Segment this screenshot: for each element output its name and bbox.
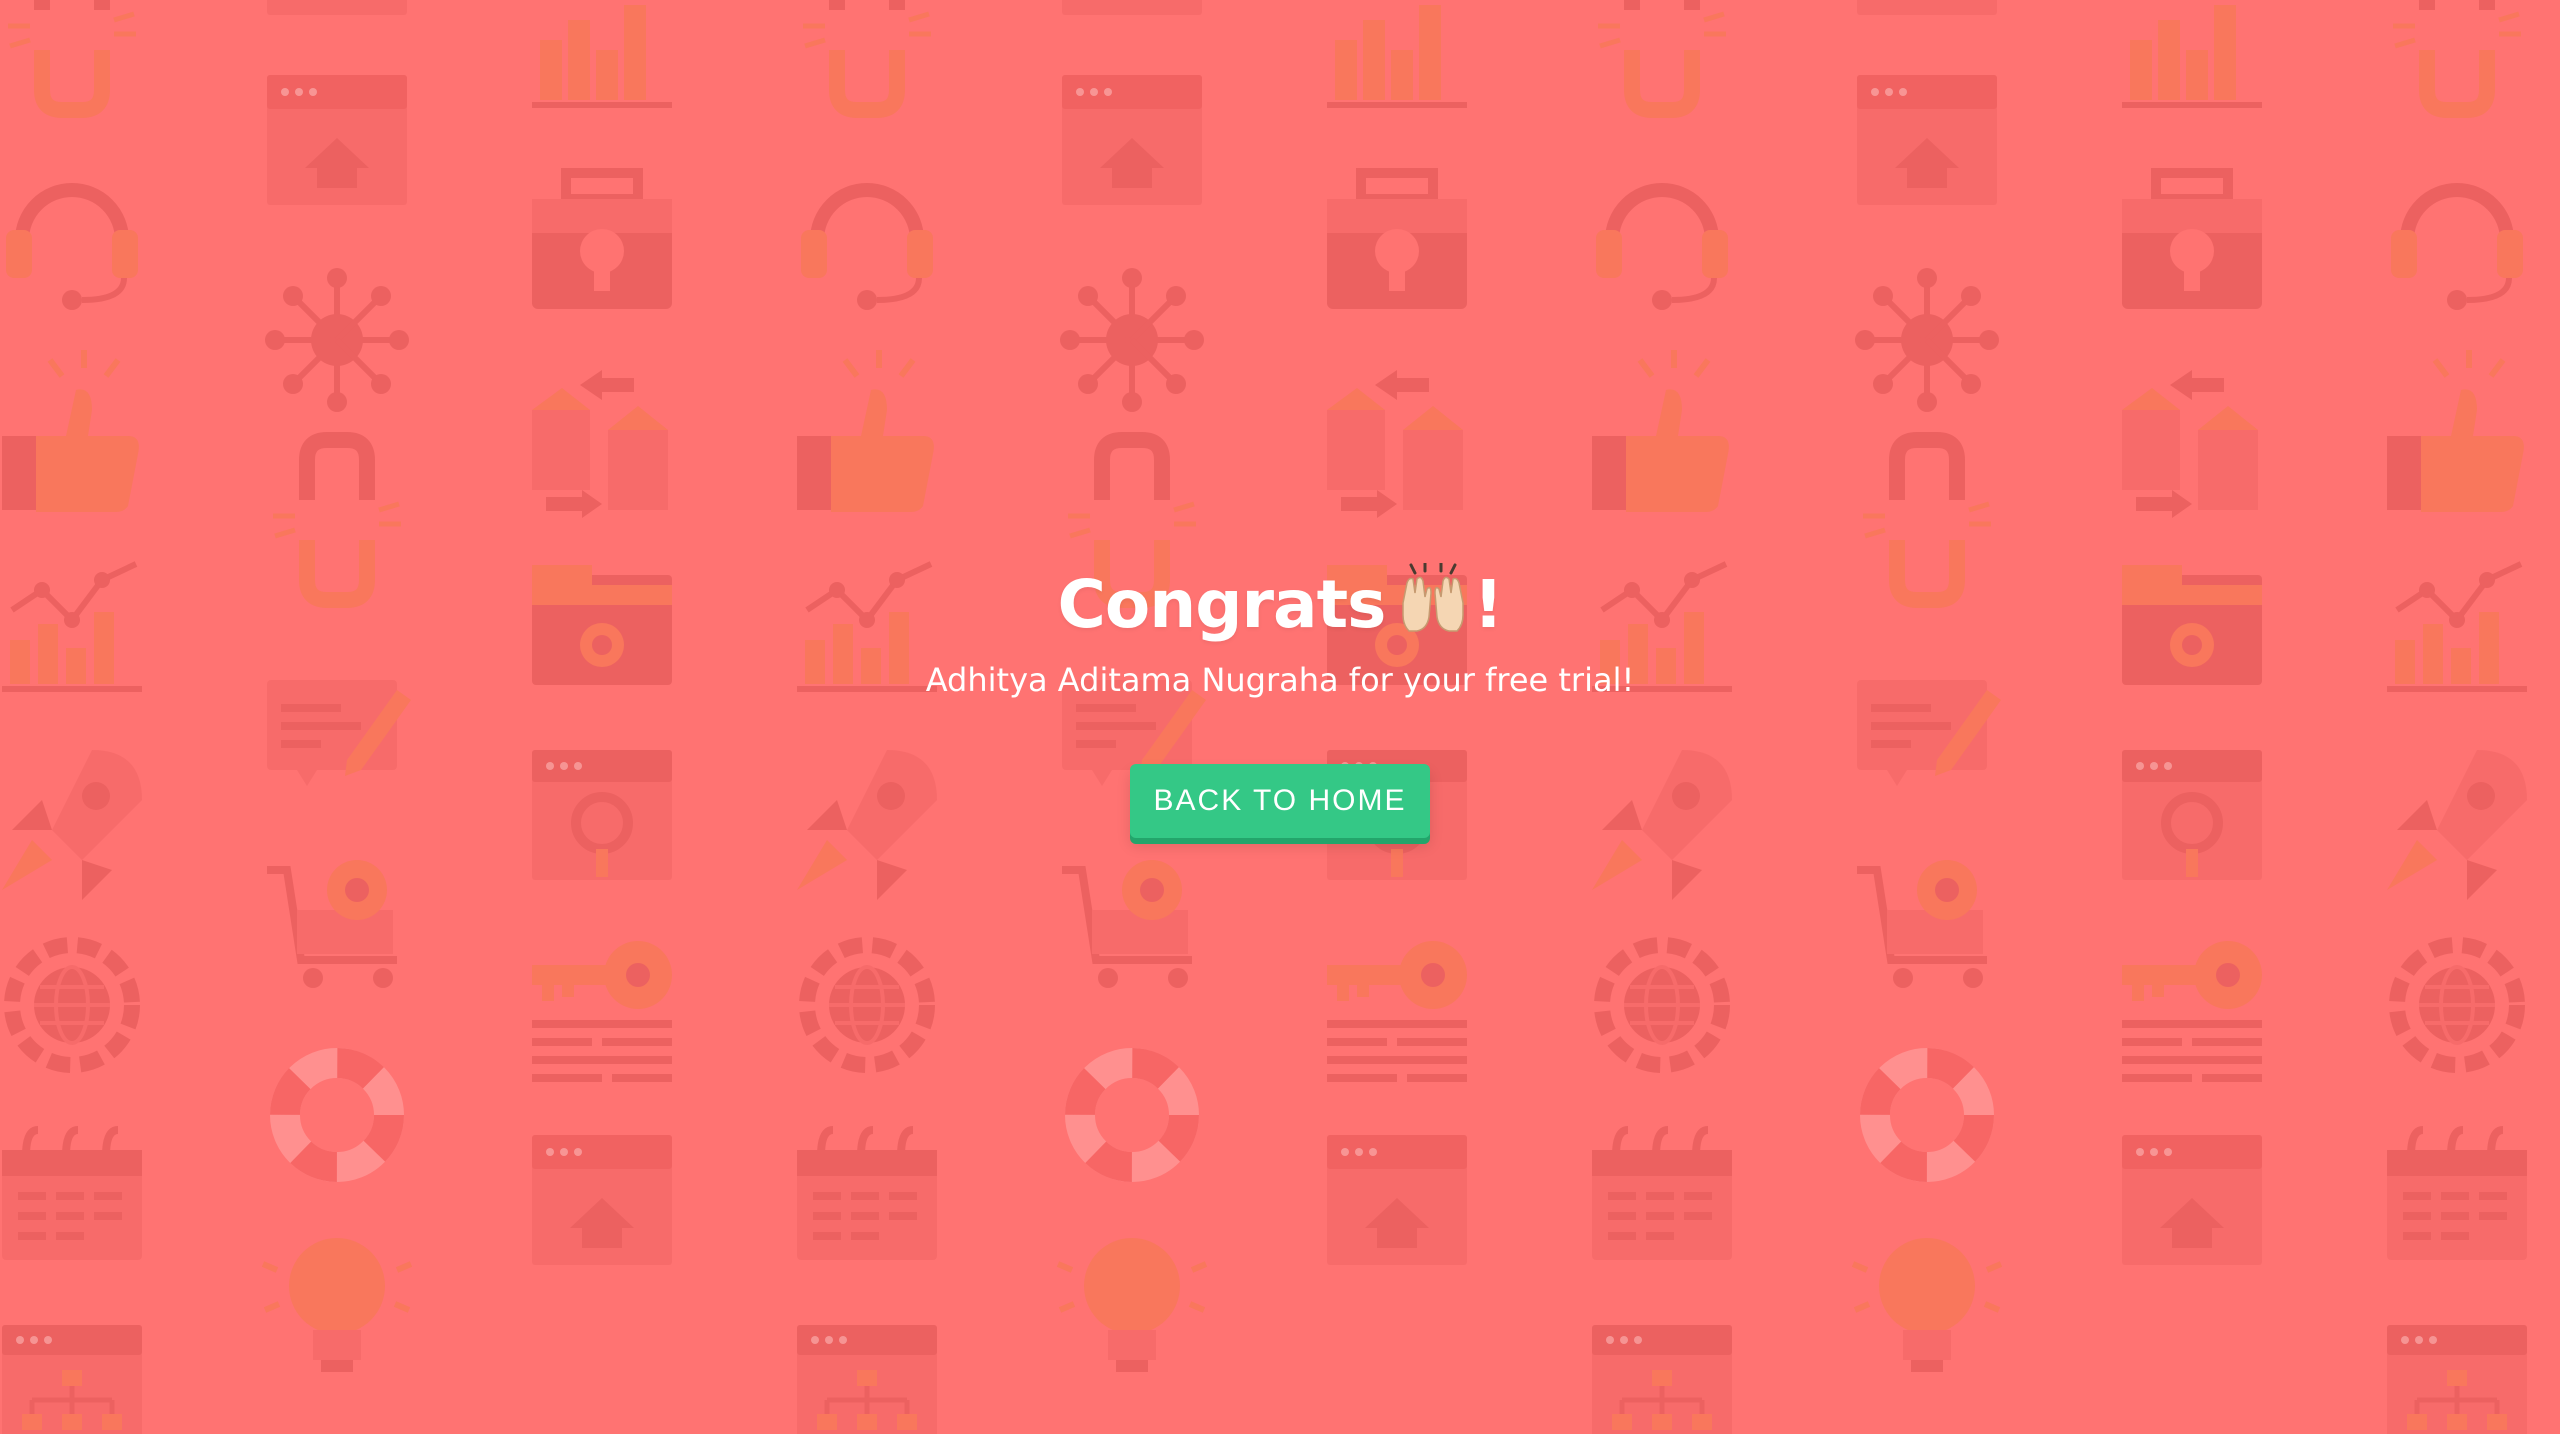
back-to-home-button[interactable]: BACK TO HOME — [1129, 764, 1431, 838]
congrats-message: Adhitya Aditama Nugraha for your free tr… — [925, 661, 1635, 699]
congrats-title: Congrats — [1057, 566, 1386, 643]
raising-hands-icon — [1402, 563, 1465, 632]
congrats-heading: Congrats ! — [0, 560, 2560, 650]
congrats-panel: Congrats ! Adhitya Aditama Nugraha for y… — [0, 560, 2560, 838]
congrats-exclamation: ! — [1473, 566, 1503, 643]
